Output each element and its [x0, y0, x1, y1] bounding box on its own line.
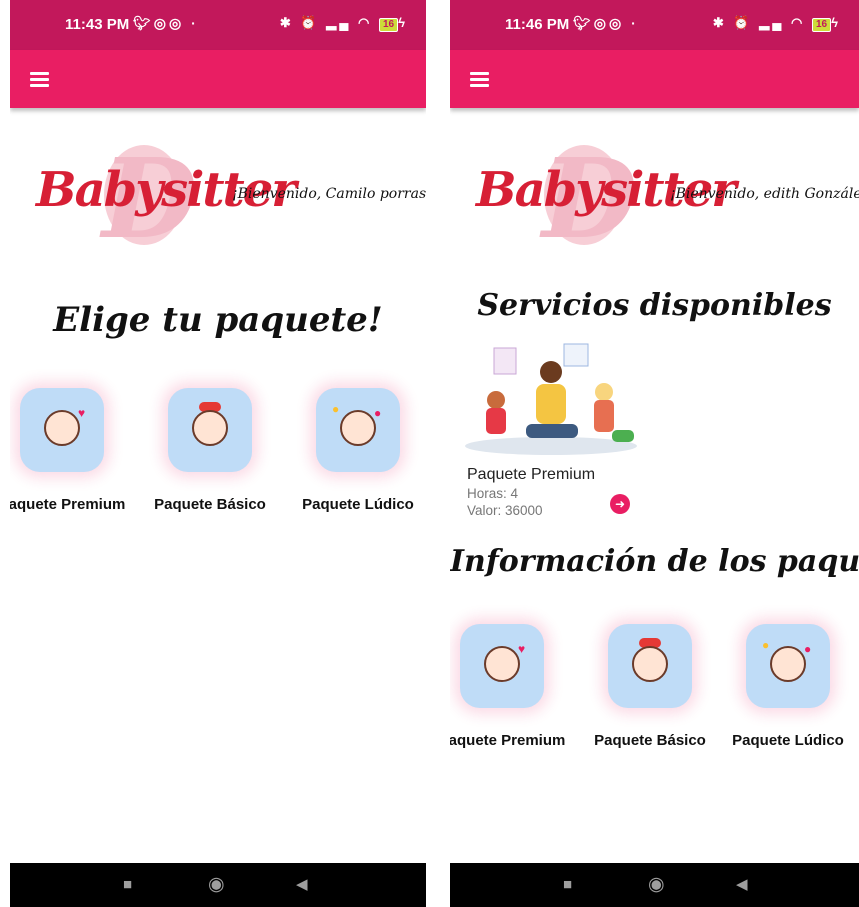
package-label: Paquete Básico	[154, 496, 266, 513]
battery-icon: 16	[811, 18, 832, 32]
package-label: Paquete Básico	[594, 732, 706, 749]
nanny-with-kids-illustration	[465, 343, 637, 455]
package-ludico[interactable]: ● ● Paquete Lúdico	[288, 388, 426, 513]
system-icons: ✱ ⏰ ▂▄ ◠ 16 ϟ	[712, 15, 841, 32]
home-icon[interactable]: ◉	[648, 863, 665, 907]
phone-screen-left: 11:43 PM 🐦︎◎◎ · ✱ ⏰ ▂▄ ◠ 16 ϟ D Babysitte…	[10, 0, 426, 907]
package-ludico[interactable]: ● ● Paquete Lúdico	[718, 624, 858, 749]
service-title: Paquete Premium	[467, 466, 596, 483]
package-label: Paquete Premium	[450, 732, 566, 749]
mother-baby-icon[interactable]: ♥	[460, 624, 544, 708]
baby-with-bow-icon[interactable]	[608, 624, 692, 708]
status-time: 11:46 PM	[505, 16, 570, 33]
package-premium[interactable]: ♥ Paquete Premium	[10, 388, 132, 513]
back-icon[interactable]: ◀	[736, 863, 748, 907]
notification-icons: 🐦︎◎◎ ·	[133, 15, 199, 31]
mother-baby-icon[interactable]: ♥	[20, 388, 104, 472]
system-nav-bar: ■ ◉ ◀	[10, 863, 426, 907]
service-value: Valor: 36000	[467, 503, 543, 518]
service-hours: Horas: 4	[467, 486, 519, 501]
status-time: 11:43 PM	[65, 16, 130, 33]
system-nav-bar: ■ ◉ ◀	[450, 863, 859, 907]
kids-with-balloons-icon[interactable]: ● ●	[746, 624, 830, 708]
services-heading: Servicios disponibles	[477, 288, 832, 323]
babysitter-logo: D Babysitter	[476, 134, 737, 263]
package-basico[interactable]: Paquete Básico	[580, 624, 720, 749]
arrow-right-icon[interactable]: ➜	[610, 494, 630, 514]
baby-with-bow-icon[interactable]	[168, 388, 252, 472]
recents-icon[interactable]: ■	[123, 863, 132, 907]
package-label: Paquete Lúdico	[732, 732, 844, 749]
home-icon[interactable]: ◉	[208, 863, 225, 907]
battery-icon: 16	[378, 18, 399, 32]
recents-icon[interactable]: ■	[563, 863, 572, 907]
kids-with-balloons-icon[interactable]: ● ●	[316, 388, 400, 472]
status-bar: 11:43 PM 🐦︎◎◎ · ✱ ⏰ ▂▄ ◠ 16 ϟ	[10, 0, 426, 50]
back-icon[interactable]: ◀	[296, 863, 308, 907]
app-bar	[10, 50, 426, 108]
app-bar	[450, 50, 859, 108]
package-premium[interactable]: ♥ Paquete Premium	[450, 624, 572, 749]
package-basico[interactable]: Paquete Básico	[140, 388, 280, 513]
page-title: Elige tu paquete!	[53, 300, 383, 340]
welcome-text: ¡Bienvenido, edith González !	[670, 186, 859, 202]
status-bar: 11:46 PM 🐦︎◎◎ · ✱ ⏰ ▂▄ ◠ 16 ϟ	[450, 0, 859, 50]
system-icons: ✱ ⏰ ▂▄ ◠ 16 ϟ	[279, 15, 408, 32]
phone-screen-right: 11:46 PM 🐦︎◎◎ · ✱ ⏰ ▂▄ ◠ 16 ϟ D Babysitte…	[450, 0, 859, 907]
package-label: Paquete Lúdico	[302, 496, 414, 513]
info-heading: Información de los paquetes	[450, 544, 859, 579]
package-label: Paquete Premium	[10, 496, 126, 513]
hamburger-menu-icon[interactable]	[30, 72, 49, 87]
babysitter-logo: D Babysitter	[36, 134, 297, 263]
welcome-text: ¡Bienvenido, Camilo porras !	[232, 186, 426, 202]
notification-icons: 🐦︎◎◎ ·	[573, 15, 639, 31]
hamburger-menu-icon[interactable]	[470, 72, 489, 87]
